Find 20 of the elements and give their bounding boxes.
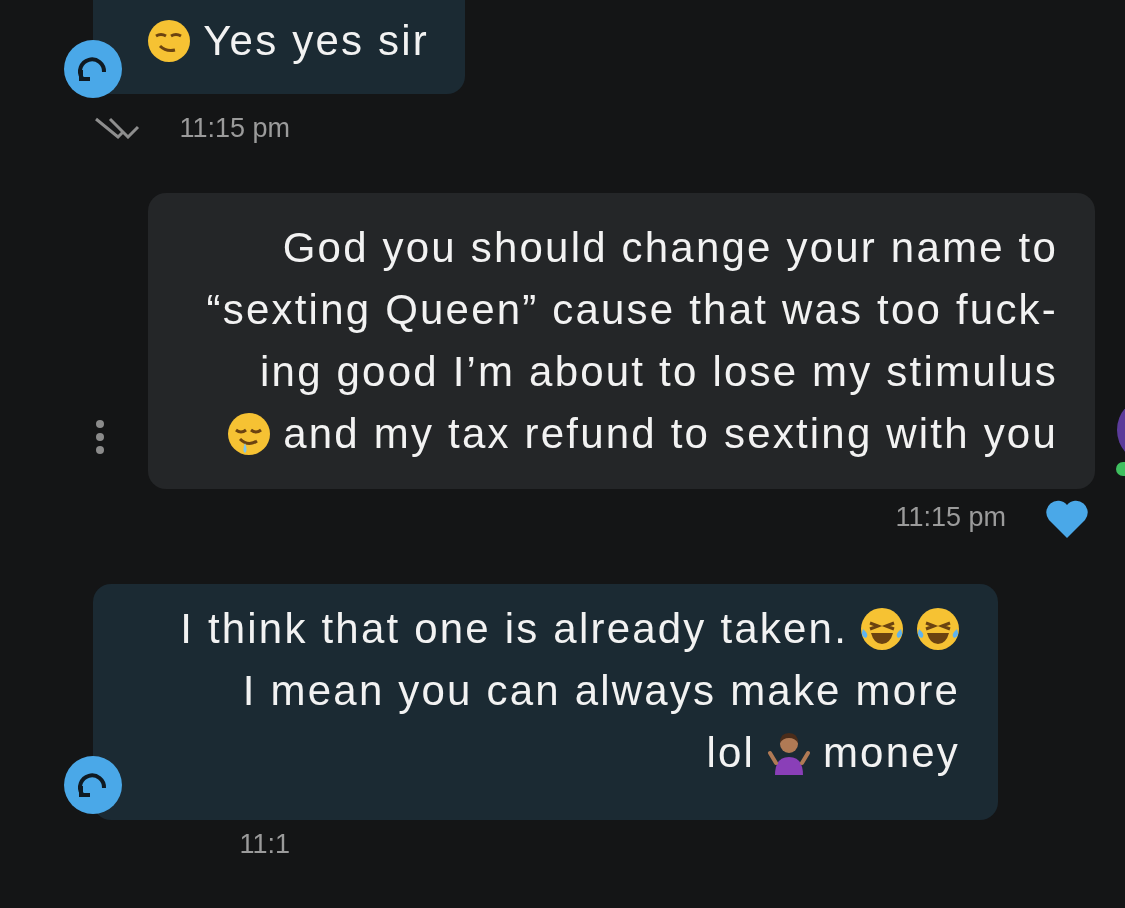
message-text: “sexting Queen” cause that was too fuck- (206, 284, 1058, 335)
message-text: and my tax refund to sexting with you (283, 408, 1058, 459)
more-options-icon[interactable] (95, 418, 105, 455)
laughing-face-icon (916, 606, 960, 651)
timestamp: 11:1 (238, 827, 290, 861)
message-text: lol (706, 727, 755, 778)
drooling-face-icon (227, 411, 272, 456)
timestamp: 11:15 pm (178, 112, 290, 145)
laughing-face-icon (860, 606, 904, 651)
reply-shortcut-icon[interactable] (63, 754, 123, 815)
message-text: money (822, 727, 960, 778)
smirking-face-icon (147, 19, 192, 63)
message-text: ing good I’m about to lose my stimulus (260, 346, 1058, 397)
message-text: God you should change your name to (282, 222, 1058, 273)
message-text: Yes yes sir (203, 16, 429, 66)
message-text: I think that one is already taken. (180, 603, 848, 654)
message-text: I mean you can always make more (242, 665, 960, 716)
shrugging-person-icon (766, 730, 811, 775)
timestamp: 11:15 pm (895, 501, 1006, 535)
reply-shortcut-icon[interactable] (63, 39, 123, 99)
